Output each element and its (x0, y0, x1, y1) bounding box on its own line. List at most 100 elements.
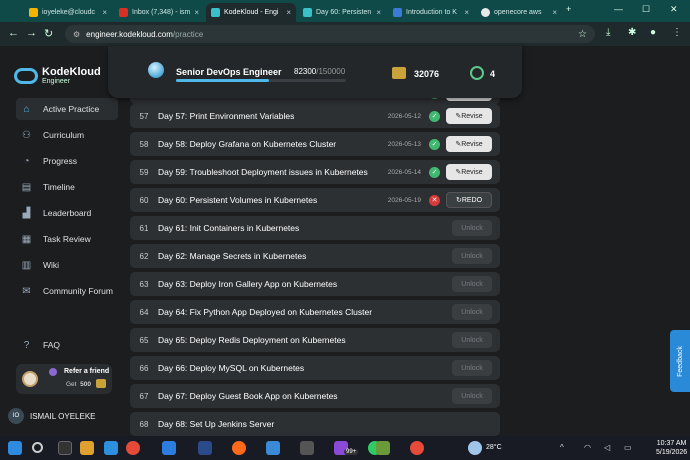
sidebar-item-community-forum[interactable]: ✉ Community Forum (16, 280, 118, 302)
minimize-icon[interactable]: — (614, 4, 623, 14)
browser-tab[interactable]: openecore aws × (476, 3, 562, 22)
task-row[interactable]: 66 Day 66: Deploy MySQL on Kubernetes Unlo… (130, 356, 500, 380)
coin-count: 32076 (414, 69, 440, 79)
progress-icon: ◔ (23, 155, 30, 167)
sidebar-item-progress[interactable]: ◔ Progress (16, 150, 118, 172)
user-profile[interactable]: IO ISMAIL OYELEKE (8, 408, 96, 424)
task-row[interactable]: 63 Day 63: Deploy Iron Gallery App on Kub… (130, 272, 500, 296)
close-icon[interactable]: × (194, 8, 199, 17)
task-title[interactable]: Day 63: Deploy Iron Gallery App on Kuber… (158, 279, 452, 289)
vscode-icon[interactable] (162, 441, 176, 455)
url-field[interactable]: ⚙ engineer.kodekloud.com/practice ☆ (65, 25, 595, 43)
browser-tab-active[interactable]: KodeKloud - Engi × (206, 3, 296, 22)
chrome-icon[interactable] (126, 441, 140, 455)
reload-icon[interactable]: ↻ (44, 27, 53, 40)
sidebar-item-faq[interactable]: ? FAQ (16, 334, 118, 356)
window-close-icon[interactable]: ✕ (670, 4, 678, 15)
file-explorer-icon[interactable] (80, 441, 94, 455)
task-row[interactable]: 59 Day 59: Troubleshoot Deployment issues… (130, 160, 500, 184)
volume-icon[interactable]: ◁ (604, 443, 610, 452)
back-icon[interactable]: ← (8, 27, 19, 39)
feedback-button[interactable]: Feedback (670, 330, 690, 392)
task-date: 2026-05-19 (387, 196, 421, 204)
maximize-icon[interactable]: ☐ (642, 4, 650, 15)
bookmark-star-icon[interactable]: ☆ (578, 29, 587, 40)
app-icon[interactable] (300, 441, 314, 455)
task-row[interactable]: 58 Day 58: Deploy Grafana on Kubernetes C… (130, 132, 500, 156)
task-title[interactable]: Day 61: Init Containers in Kubernetes (158, 223, 452, 233)
sidebar-item-task-review[interactable]: ▦ Task Review (16, 228, 118, 250)
task-title[interactable]: Day 64: Fix Python App Deployed on Kuber… (158, 307, 452, 317)
task-number: 57 (139, 111, 149, 121)
profile-icon[interactable]: ● (650, 27, 656, 38)
edge-icon[interactable] (104, 441, 118, 455)
task-title[interactable]: Day 57: Print Environment Variables (158, 111, 388, 121)
close-icon[interactable]: × (102, 8, 107, 17)
download-icon[interactable]: ⤓ (606, 27, 610, 38)
task-title[interactable]: Day 62: Manage Secrets in Kubernetes (158, 251, 452, 261)
referral-badge-icon (49, 368, 57, 376)
revise-button[interactable]: ✎ Revise (446, 136, 492, 152)
browser-tab[interactable]: ioyeleke@cloudc × (24, 3, 112, 22)
close-icon[interactable]: × (286, 8, 291, 17)
browser-tab[interactable]: Introduction to K × (388, 3, 474, 22)
task-title[interactable]: Day 66: Deploy MySQL on Kubernetes (158, 363, 452, 373)
postman-icon[interactable] (232, 441, 246, 455)
task-row[interactable]: 67 Day 67: Deploy Guest Book App on Kuber… (130, 384, 500, 408)
close-icon[interactable]: × (376, 8, 381, 17)
forward-icon[interactable]: → (26, 27, 37, 39)
task-view-icon[interactable] (58, 441, 72, 455)
sidebar-item-curriculum[interactable]: ⚇ Curriculum (16, 124, 118, 146)
unlock-button[interactable]: Unlock (452, 248, 492, 264)
app-icon[interactable] (266, 441, 280, 455)
sidebar-item-leaderboard[interactable]: ▟ Leaderboard (16, 202, 118, 224)
sidebar-item-active-practice[interactable]: ⌂ Active Practice (16, 98, 118, 120)
tray-chevron-icon[interactable]: ^ (560, 443, 564, 452)
task-row[interactable]: 60 Day 60: Persistent Volumes in Kubernet… (130, 188, 500, 212)
task-title[interactable]: Day 68: Set Up Jenkins Server (158, 419, 500, 429)
new-tab-icon[interactable]: + (566, 4, 571, 14)
task-title[interactable]: Day 60: Persistent Volumes in Kubernetes (158, 195, 388, 205)
wifi-icon[interactable]: ◠ (584, 443, 591, 452)
redo-button[interactable]: ↻ REDO (446, 192, 492, 208)
windows-start-icon[interactable] (8, 441, 22, 455)
unlock-button[interactable]: Unlock (452, 360, 492, 376)
menu-icon[interactable]: ⋮ (672, 27, 682, 38)
unlock-button[interactable]: Unlock (452, 388, 492, 404)
refer-a-friend-card[interactable]: Refer a friend Get 500 (16, 364, 112, 394)
extensions-icon[interactable]: ✱ (628, 27, 636, 38)
leaderboard-icon: ▟ (22, 207, 31, 219)
browser-tab[interactable]: Day 60: Persisten × (298, 3, 386, 22)
task-row[interactable]: 68 Day 68: Set Up Jenkins Server (130, 412, 500, 436)
unlock-button[interactable]: Unlock (452, 276, 492, 292)
revise-button[interactable]: ✎ Revise (446, 164, 492, 180)
task-row[interactable]: 65 Day 65: Deploy Redis Deployment on Kub… (130, 328, 500, 352)
revise-button[interactable]: ✎ Revise (446, 108, 492, 124)
task-row[interactable]: 64 Day 64: Fix Python App Deployed on Kub… (130, 300, 500, 324)
kodekloud-logo[interactable]: KodeKloud Engineer (14, 66, 101, 85)
browser-tab[interactable]: Inbox (7,348) - ism × (114, 3, 204, 22)
task-row[interactable]: 62 Day 62: Manage Secrets in Kubernetes Un… (130, 244, 500, 268)
chrome-icon[interactable] (410, 441, 424, 455)
app-icon[interactable] (198, 441, 212, 455)
task-row[interactable]: 61 Day 61: Init Containers in Kubernetes U… (130, 216, 500, 240)
unlock-button[interactable]: Unlock (452, 220, 492, 236)
search-icon[interactable] (32, 442, 43, 453)
site-info-icon[interactable]: ⚙ (73, 30, 80, 39)
task-date: 2026-05-13 (387, 140, 421, 148)
close-icon[interactable]: × (464, 8, 469, 17)
badge-icon (470, 66, 484, 80)
clock[interactable]: 10:37 AM 5/19/2026 (656, 439, 687, 457)
close-icon[interactable]: × (552, 8, 557, 17)
chess-icon[interactable] (376, 441, 390, 455)
battery-icon[interactable]: ▭ (624, 443, 632, 452)
task-title[interactable]: Day 65: Deploy Redis Deployment on Kuber… (158, 335, 452, 345)
sidebar-item-wiki[interactable]: ▥ Wiki (16, 254, 118, 276)
unlock-button[interactable]: Unlock (452, 332, 492, 348)
unlock-button[interactable]: Unlock (452, 304, 492, 320)
task-title[interactable]: Day 59: Troubleshoot Deployment issues i… (158, 167, 388, 177)
task-row[interactable]: 57 Day 57: Print Environment Variables 202… (130, 104, 500, 128)
sidebar-item-timeline[interactable]: ▤ Timeline (16, 176, 118, 198)
task-title[interactable]: Day 58: Deploy Grafana on Kubernetes Clu… (158, 139, 388, 149)
task-title[interactable]: Day 67: Deploy Guest Book App on Kuberne… (158, 391, 452, 401)
